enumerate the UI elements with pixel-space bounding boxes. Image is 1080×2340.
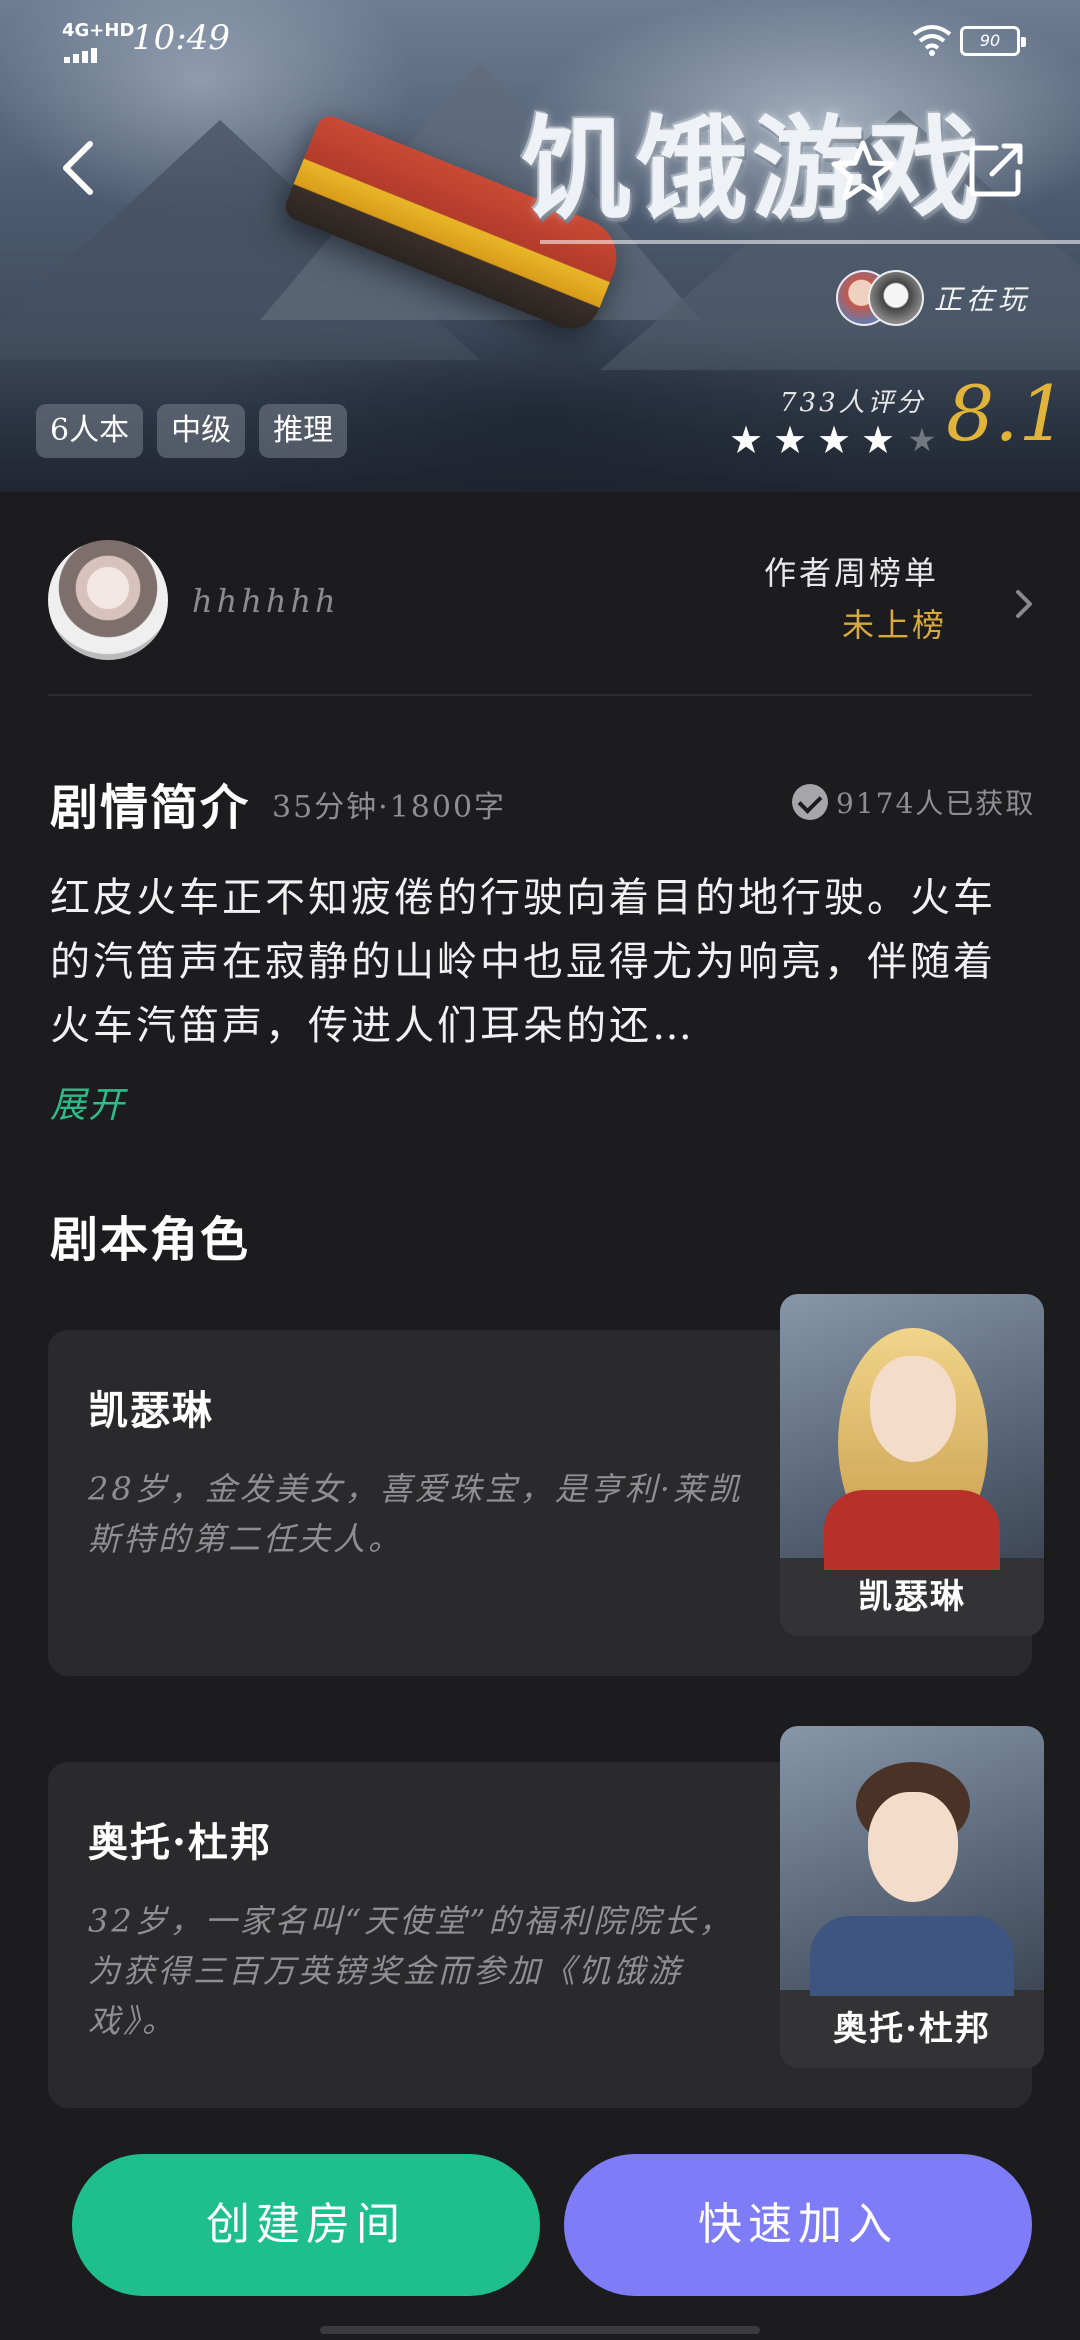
- check-circle-icon: [792, 784, 828, 820]
- share-icon[interactable]: [966, 140, 1026, 200]
- rating-stars: ★ ★ ★ ★ ★: [726, 418, 942, 462]
- role-portrait[interactable]: 奥托·杜邦: [780, 1726, 1044, 2068]
- author-row[interactable]: hhhhhh 作者周榜单 未上榜: [48, 530, 1032, 696]
- quick-join-button[interactable]: 快速加入: [564, 2154, 1032, 2296]
- game-banner: 4G+HD 10:49 90 饥饿游戏 正在玩 6人本 中级 推理 733人评分: [0, 0, 1080, 492]
- tag-level: 中级: [157, 404, 246, 458]
- role-portrait-image: [780, 1726, 1044, 1996]
- role-portrait-label: 奥托·杜邦: [833, 2009, 991, 2049]
- portrait-face: [868, 1792, 958, 1902]
- author-avatar[interactable]: [48, 540, 168, 660]
- network-indicator: 4G+HD: [62, 20, 135, 41]
- expand-link[interactable]: 展开: [50, 1076, 126, 1128]
- weekly-rank-status: 未上榜: [842, 606, 948, 644]
- role-name: 奥托·杜邦: [88, 1819, 272, 1866]
- tag-genre: 推理: [259, 404, 348, 458]
- star-filled-icon: ★: [860, 418, 896, 462]
- now-playing[interactable]: 正在玩: [836, 266, 1030, 330]
- star-outline-icon[interactable]: [830, 138, 896, 204]
- home-indicator[interactable]: [320, 2326, 760, 2334]
- role-name: 凯瑟琳: [88, 1387, 214, 1434]
- rating-score: 8.1: [946, 369, 1067, 458]
- synopsis-title: 剧情简介: [50, 780, 251, 836]
- player-avatar: [868, 270, 924, 326]
- status-bar: 4G+HD 10:49 90: [0, 0, 1080, 80]
- star-filled-icon: ★: [816, 418, 852, 462]
- title-underline: [540, 240, 1080, 244]
- battery-icon: 90: [960, 26, 1026, 56]
- role-description: 32岁，一家名叫“天使堂”的福利院院长，为获得三百万英镑奖金而参加《饥饿游戏》。: [88, 1902, 734, 2040]
- role-portrait-image: [780, 1294, 1044, 1570]
- clock: 10:49: [132, 18, 230, 58]
- role-portrait[interactable]: 凯瑟琳: [780, 1294, 1044, 1636]
- star-filled-icon: ★: [772, 418, 808, 462]
- wifi-icon: [912, 25, 952, 56]
- roles-title: 剧本角色: [50, 1212, 251, 1268]
- weekly-rank-title: 作者周榜单: [764, 554, 940, 592]
- role-card[interactable]: 奥托·杜邦 32岁，一家名叫“天使堂”的福利院院长，为获得三百万英镑奖金而参加《…: [48, 1726, 1044, 2108]
- role-portrait-label: 凯瑟琳: [858, 1577, 966, 1617]
- star-filled-icon: ★: [728, 418, 764, 462]
- author-name: hhhhhh: [192, 582, 340, 620]
- obtained-text: 9174人已获取: [836, 787, 1036, 820]
- role-description: 28岁，金发美女，喜爱珠宝，是亨利·莱凯斯特的第二任夫人。: [88, 1470, 743, 1558]
- signal-icon: [64, 44, 100, 63]
- create-room-button[interactable]: 创建房间: [72, 2154, 540, 2296]
- rating-count: 733人评分: [780, 388, 926, 418]
- star-empty-icon: ★: [907, 421, 937, 459]
- role-card[interactable]: 凯瑟琳 28岁，金发美女，喜爱珠宝，是亨利·莱凯斯特的第二任夫人。 凯瑟琳: [48, 1294, 1044, 1676]
- synopsis-meta: 35分钟·1800字: [272, 790, 507, 825]
- portrait-vest: [810, 1916, 1014, 1996]
- synopsis-text: 红皮火车正不知疲倦的行驶向着目的地行驶。火车的汽笛声在寂静的山岭中也显得尤为响亮…: [50, 875, 996, 1049]
- playing-label: 正在玩: [934, 283, 1031, 316]
- tag-list: 6人本 中级 推理: [36, 404, 348, 458]
- portrait-face: [870, 1356, 956, 1462]
- tag-players: 6人本: [36, 404, 144, 458]
- chevron-right-icon[interactable]: [1012, 584, 1036, 624]
- back-arrow-icon[interactable]: [54, 138, 104, 198]
- obtained-count: 9174人已获取: [792, 782, 1035, 822]
